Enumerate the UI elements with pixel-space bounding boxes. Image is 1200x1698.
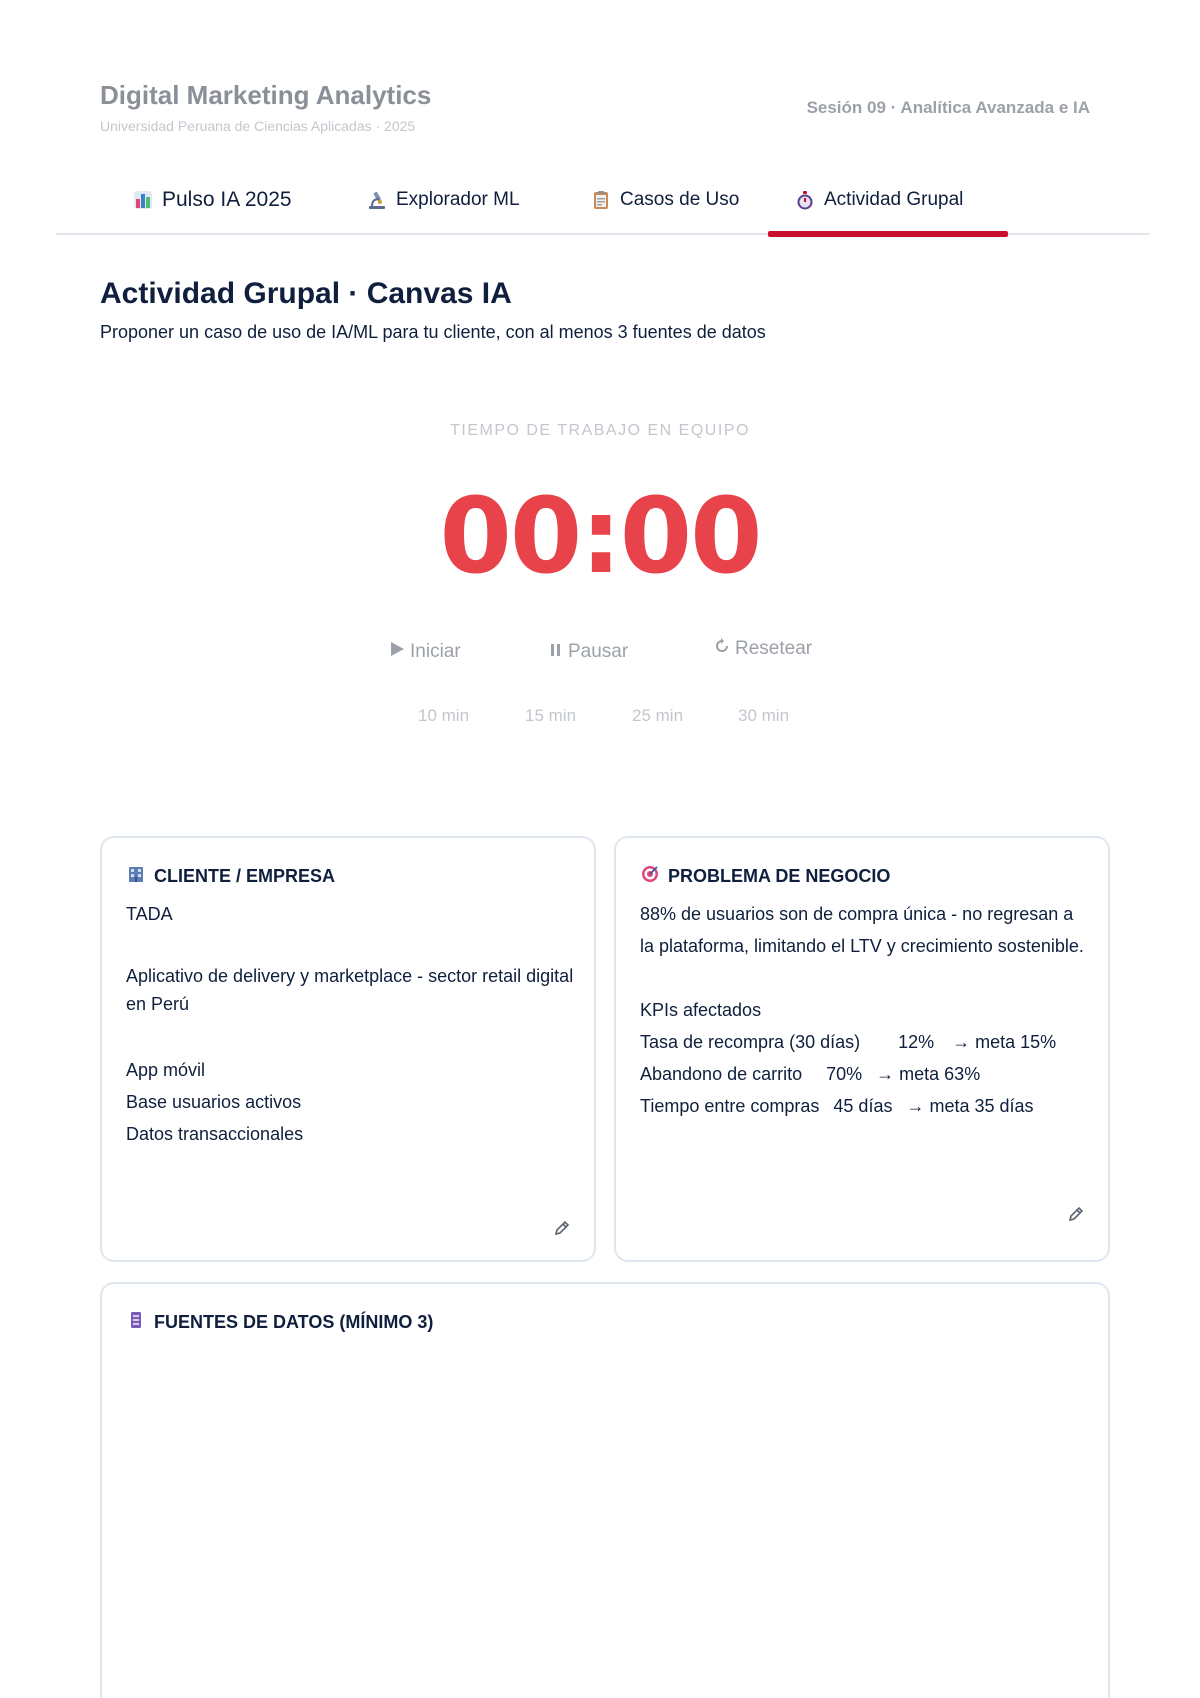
client-detail: Datos transaccionales bbox=[126, 1124, 304, 1144]
tab-casos-de-uso[interactable]: Casos de Uso bbox=[590, 165, 739, 235]
page-title: Actividad Grupal · Canvas IA bbox=[100, 277, 512, 310]
tab-label: Explorador ML bbox=[396, 189, 520, 210]
timer-label: TIEMPO DE TRABAJO EN EQUIPO bbox=[450, 422, 750, 439]
problem-card: PROBLEMA DE NEGOCIO 88% de usuarios son … bbox=[614, 836, 1110, 1262]
kpi-target: → meta 63% bbox=[876, 1064, 981, 1084]
kpi-value: 12% bbox=[898, 1032, 935, 1052]
pencil-icon[interactable] bbox=[552, 1218, 572, 1238]
session-label: Sesión 09 · Analítica Avanzada e IA bbox=[806, 98, 1090, 117]
kpi-value: 45 días bbox=[833, 1096, 893, 1116]
kpi-target: → meta 15% bbox=[952, 1032, 1057, 1052]
tab-label: Pulso IA 2025 bbox=[162, 188, 292, 211]
preset-10-min[interactable]: 10 min bbox=[418, 706, 469, 726]
bar-chart-icon bbox=[132, 189, 154, 211]
client-detail: App móvil bbox=[126, 1060, 206, 1080]
app-header: Digital Marketing Analytics Universidad … bbox=[100, 80, 1090, 140]
clipboard-icon bbox=[590, 189, 612, 211]
client-card-header: CLIENTE / EMPRESA bbox=[126, 864, 335, 889]
kpi-heading: KPIs afectados bbox=[640, 1000, 762, 1020]
preset-15-min[interactable]: 15 min bbox=[525, 706, 576, 726]
kpi-target: → meta 35 días bbox=[906, 1096, 1034, 1116]
app-subtitle: Universidad Peruana de Ciencias Aplicada… bbox=[100, 118, 416, 134]
data-sources-card-title: FUENTES DE DATOS (MÍNIMO 3) bbox=[154, 1312, 434, 1332]
tab-pulso-ia[interactable]: Pulso IA 2025 bbox=[132, 165, 292, 235]
kpi-name: Abandono de carrito bbox=[640, 1064, 803, 1084]
kpi-name: Tiempo entre compras bbox=[640, 1096, 820, 1116]
app-title: Digital Marketing Analytics bbox=[100, 80, 432, 110]
tab-explorador-ml[interactable]: Explorador ML bbox=[366, 165, 520, 235]
data-sources-content[interactable] bbox=[126, 1348, 1088, 1698]
client-detail: Base usuarios activos bbox=[126, 1092, 302, 1112]
tab-label: Actividad Grupal bbox=[824, 189, 964, 210]
kpi-name: Tasa de recompra (30 días) bbox=[640, 1032, 861, 1052]
tab-bar: Pulso IA 2025 Explorador ML Casos de Uso… bbox=[56, 165, 1150, 237]
building-icon bbox=[126, 864, 146, 889]
problem-card-header: PROBLEMA DE NEGOCIO bbox=[640, 864, 890, 889]
pause-button[interactable]: Pausar bbox=[548, 640, 628, 664]
preset-25-min[interactable]: 25 min bbox=[632, 706, 683, 726]
reset-icon bbox=[713, 637, 731, 661]
client-card-content[interactable]: TADA Aplicativo de delivery y marketplac… bbox=[126, 898, 574, 1150]
data-sources-card-header: FUENTES DE DATOS (MÍNIMO 3) bbox=[126, 1310, 433, 1335]
start-label: Iniciar bbox=[410, 641, 461, 662]
page-subtitle: Proponer un caso de uso de IA/ML para tu… bbox=[100, 322, 766, 342]
preset-30-min[interactable]: 30 min bbox=[738, 706, 789, 726]
problem-statement: 88% de usuarios son de compra única - no… bbox=[640, 904, 1084, 956]
kpi-row: Tiempo entre compras 45 días → meta 35 d… bbox=[640, 1090, 1088, 1122]
kpi-row: Tasa de recompra (30 días) 12% → meta 15… bbox=[640, 1026, 1088, 1058]
timer-display: 00:00 bbox=[439, 475, 762, 597]
pencil-icon[interactable] bbox=[1066, 1204, 1086, 1224]
data-sources-card: FUENTES DE DATOS (MÍNIMO 3) bbox=[100, 1282, 1110, 1698]
database-icon bbox=[126, 1310, 146, 1335]
start-button[interactable]: Iniciar bbox=[388, 640, 461, 664]
client-card-title: CLIENTE / EMPRESA bbox=[154, 866, 336, 886]
problem-card-title: PROBLEMA DE NEGOCIO bbox=[668, 866, 891, 886]
reset-button[interactable]: Resetear bbox=[713, 637, 812, 661]
play-icon bbox=[388, 640, 406, 664]
kpi-value: 70% bbox=[826, 1064, 863, 1084]
tab-label: Casos de Uso bbox=[620, 189, 740, 210]
problem-card-content[interactable]: 88% de usuarios son de compra única - no… bbox=[640, 898, 1088, 1122]
target-icon bbox=[640, 864, 660, 889]
kpi-row: Abandono de carrito 70% → meta 63% bbox=[640, 1058, 1088, 1090]
client-card: CLIENTE / EMPRESA TADA Aplicativo de del… bbox=[100, 836, 596, 1262]
reset-label: Resetear bbox=[735, 638, 813, 659]
client-description: Aplicativo de delivery y marketplace - s… bbox=[126, 966, 574, 1014]
microscope-icon bbox=[366, 189, 388, 211]
pause-label: Pausar bbox=[568, 641, 629, 662]
stopwatch-icon bbox=[794, 189, 816, 211]
pause-icon bbox=[548, 640, 564, 664]
client-name: TADA bbox=[126, 904, 173, 924]
tab-actividad-grupal[interactable]: Actividad Grupal bbox=[768, 165, 1008, 237]
